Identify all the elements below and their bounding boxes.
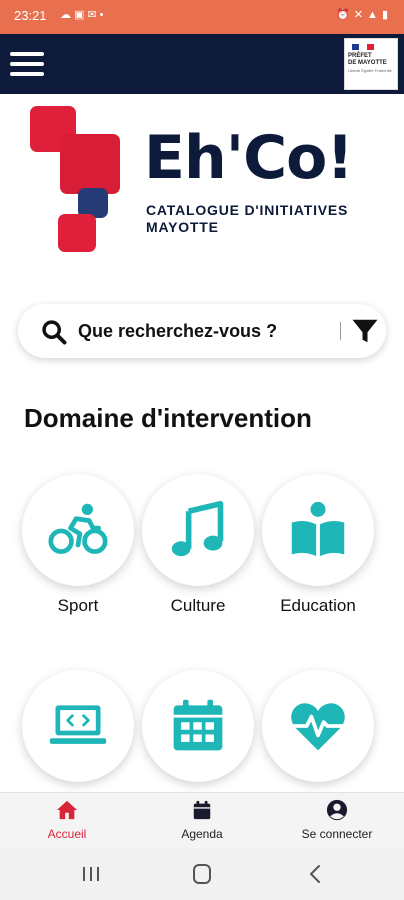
prefet-line1: PRÉFET [348,53,372,59]
section-title: Domaine d'intervention [24,403,312,433]
brand-logo: Eh'Co! CATALOGUE D'INITIATIVES MAYOTTE [28,104,388,254]
status-bar: 23:21 ☁▣✉• ⏰✕▲▮ [0,0,404,34]
bicycle-icon [48,503,108,554]
nav-se-connecter[interactable]: Se connecter [270,793,404,849]
category-digital-button[interactable] [22,670,134,782]
prefet-motto: Liberté Égalité Fraternité [348,68,392,73]
category-label-education: Education [280,596,356,615]
status-system-icons: ⏰✕▲▮ [336,9,392,21]
nav-agenda[interactable]: Agenda [135,793,269,849]
category-label-sport: Sport [57,596,99,615]
back-icon[interactable] [300,862,330,886]
logo-square [58,214,96,252]
book-reader-icon [291,501,345,557]
category-health-button[interactable] [262,670,374,782]
category-education-button[interactable] [262,474,374,586]
user-circle-icon [326,799,348,821]
category-label-culture: Culture [170,596,226,615]
laptop-code-icon [49,705,107,744]
calendar-icon [173,699,223,751]
logo-square [60,134,120,194]
brand-tagline: CATALOGUE D'INITIATIVES MAYOTTE [146,202,348,236]
heartbeat-icon [291,703,345,751]
prefet-mayotte-logo: PRÉFET DE MAYOTTE Liberté Égalité Frater… [344,38,398,90]
nav-se-connecter-label: Se connecter [301,827,373,841]
brand-tagline-line2: MAYOTTE [146,219,219,235]
music-note-icon [171,500,224,557]
brand-name: Eh'Co! [144,123,354,193]
category-culture-button[interactable] [142,474,254,586]
hamburger-menu-icon[interactable] [10,52,44,78]
status-notification-icons: ☁▣✉• [60,9,107,21]
filter-icon[interactable] [350,316,380,346]
brand-tagline-line1: CATALOGUE D'INITIATIVES [146,202,349,218]
search-input[interactable] [78,316,328,346]
search-bar [18,304,386,358]
bottom-navigation: Accueil Agenda Se connecter [0,792,404,848]
prefet-line2: DE MAYOTTE [348,60,387,66]
status-time: 23:21 [14,8,47,23]
home-button-icon[interactable] [187,862,217,886]
home-icon [56,800,78,820]
calendar-icon [193,800,211,820]
system-navigation-bar [0,848,404,900]
nav-accueil[interactable]: Accueil [0,793,134,849]
app-bar: PRÉFET DE MAYOTTE Liberté Égalité Frater… [0,34,404,94]
search-divider [340,322,341,340]
nav-agenda-label: Agenda [181,827,223,841]
nav-accueil-label: Accueil [47,827,87,841]
search-icon[interactable] [40,318,68,346]
recent-apps-icon[interactable] [76,862,106,886]
category-sport-button[interactable] [22,474,134,586]
french-flag-icon [352,44,374,50]
category-agenda-button[interactable] [142,670,254,782]
